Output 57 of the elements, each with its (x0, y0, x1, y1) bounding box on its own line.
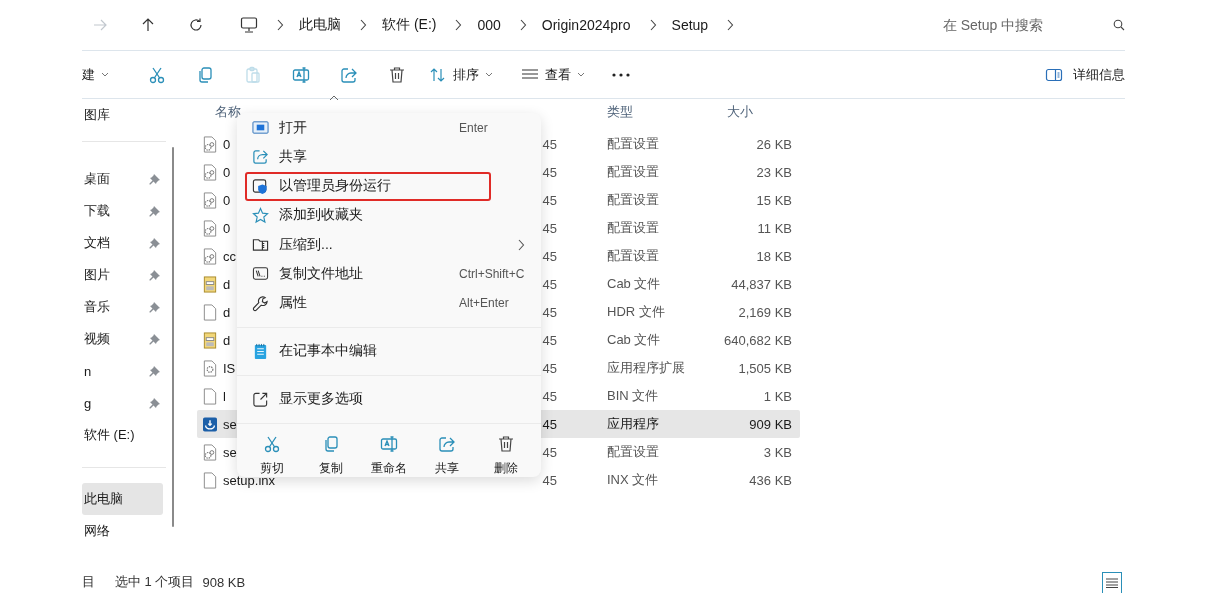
date-cell-text: 45 (541, 332, 558, 348)
date-cell-text: 45 (541, 220, 558, 236)
shortcut-text: Ctrl+Shift+C (459, 266, 525, 281)
file-name: se (223, 444, 237, 460)
size-cell-text: 26 KB (755, 136, 793, 152)
date-cell-text: 45 (541, 164, 558, 180)
file-name: d (223, 276, 231, 292)
size-cell-text: 1,505 KB (737, 360, 793, 376)
file-name: IS (223, 360, 236, 376)
type-cell-text: HDR 文件 (606, 303, 666, 321)
date-cell-text: 45 (541, 360, 558, 376)
size-cell-text: 15 KB (755, 192, 793, 208)
type-cell-text: BIN 文件 (606, 387, 660, 405)
file-name: d (223, 332, 231, 348)
type-cell-text: 配置设置 (606, 219, 660, 237)
file-name: l (223, 388, 226, 404)
file-name: se (223, 416, 237, 432)
file-name: d (223, 304, 231, 320)
type-cell-text: 应用程序 (606, 415, 660, 433)
shortcut-text: Alt+Enter (459, 296, 509, 311)
date-cell-text: 45 (541, 416, 558, 432)
type-cell-text: Cab 文件 (606, 275, 662, 293)
size-cell-text: 640,682 KB (723, 332, 793, 348)
size-cell-text: 909 KB (748, 416, 793, 432)
size-cell-text: 18 KB (755, 248, 793, 264)
date-cell-text: 45 (541, 388, 558, 404)
date-cell-text: 45 (541, 276, 558, 292)
size-cell-text: 436 KB (748, 472, 793, 488)
type-cell-text: Cab 文件 (606, 331, 662, 349)
file-name: 0 (223, 220, 231, 236)
selection-size: 908 KB (202, 574, 246, 590)
date-cell-text: 45 (541, 248, 558, 264)
type-cell-text: 配置设置 (606, 247, 660, 265)
size-cell-text: 1 KB (762, 388, 793, 404)
type-cell-text: 配置设置 (606, 191, 660, 209)
size-cell-text: 44,837 KB (730, 276, 793, 292)
size-cell-text: 2,169 KB (737, 304, 793, 320)
type-cell-text: 配置设置 (606, 135, 660, 153)
size-cell-text: 23 KB (755, 164, 793, 180)
size-cell-text: 11 KB (756, 220, 793, 236)
size-cell-text: 3 KB (762, 444, 793, 460)
type-cell-text: 配置设置 (606, 163, 660, 181)
shortcut-text: Enter (459, 120, 488, 135)
date-cell-text: 45 (541, 304, 558, 320)
file-name: 0 (223, 136, 231, 152)
date-cell-text: 45 (541, 136, 558, 152)
file-name: 0 (223, 192, 231, 208)
type-cell-text: INX 文件 (606, 471, 660, 489)
item-count: 目 (82, 573, 95, 591)
date-cell-text: 45 (541, 444, 558, 460)
file-name: cc (223, 248, 236, 264)
selection-info: 选中 1 个项目 (115, 573, 195, 591)
type-cell-text: 配置设置 (606, 443, 660, 461)
file-name: 0 (223, 164, 231, 180)
date-cell-text: 45 (541, 192, 558, 208)
type-cell-text: 应用程序扩展 (606, 359, 686, 377)
date-cell-text: 45 (541, 472, 558, 488)
